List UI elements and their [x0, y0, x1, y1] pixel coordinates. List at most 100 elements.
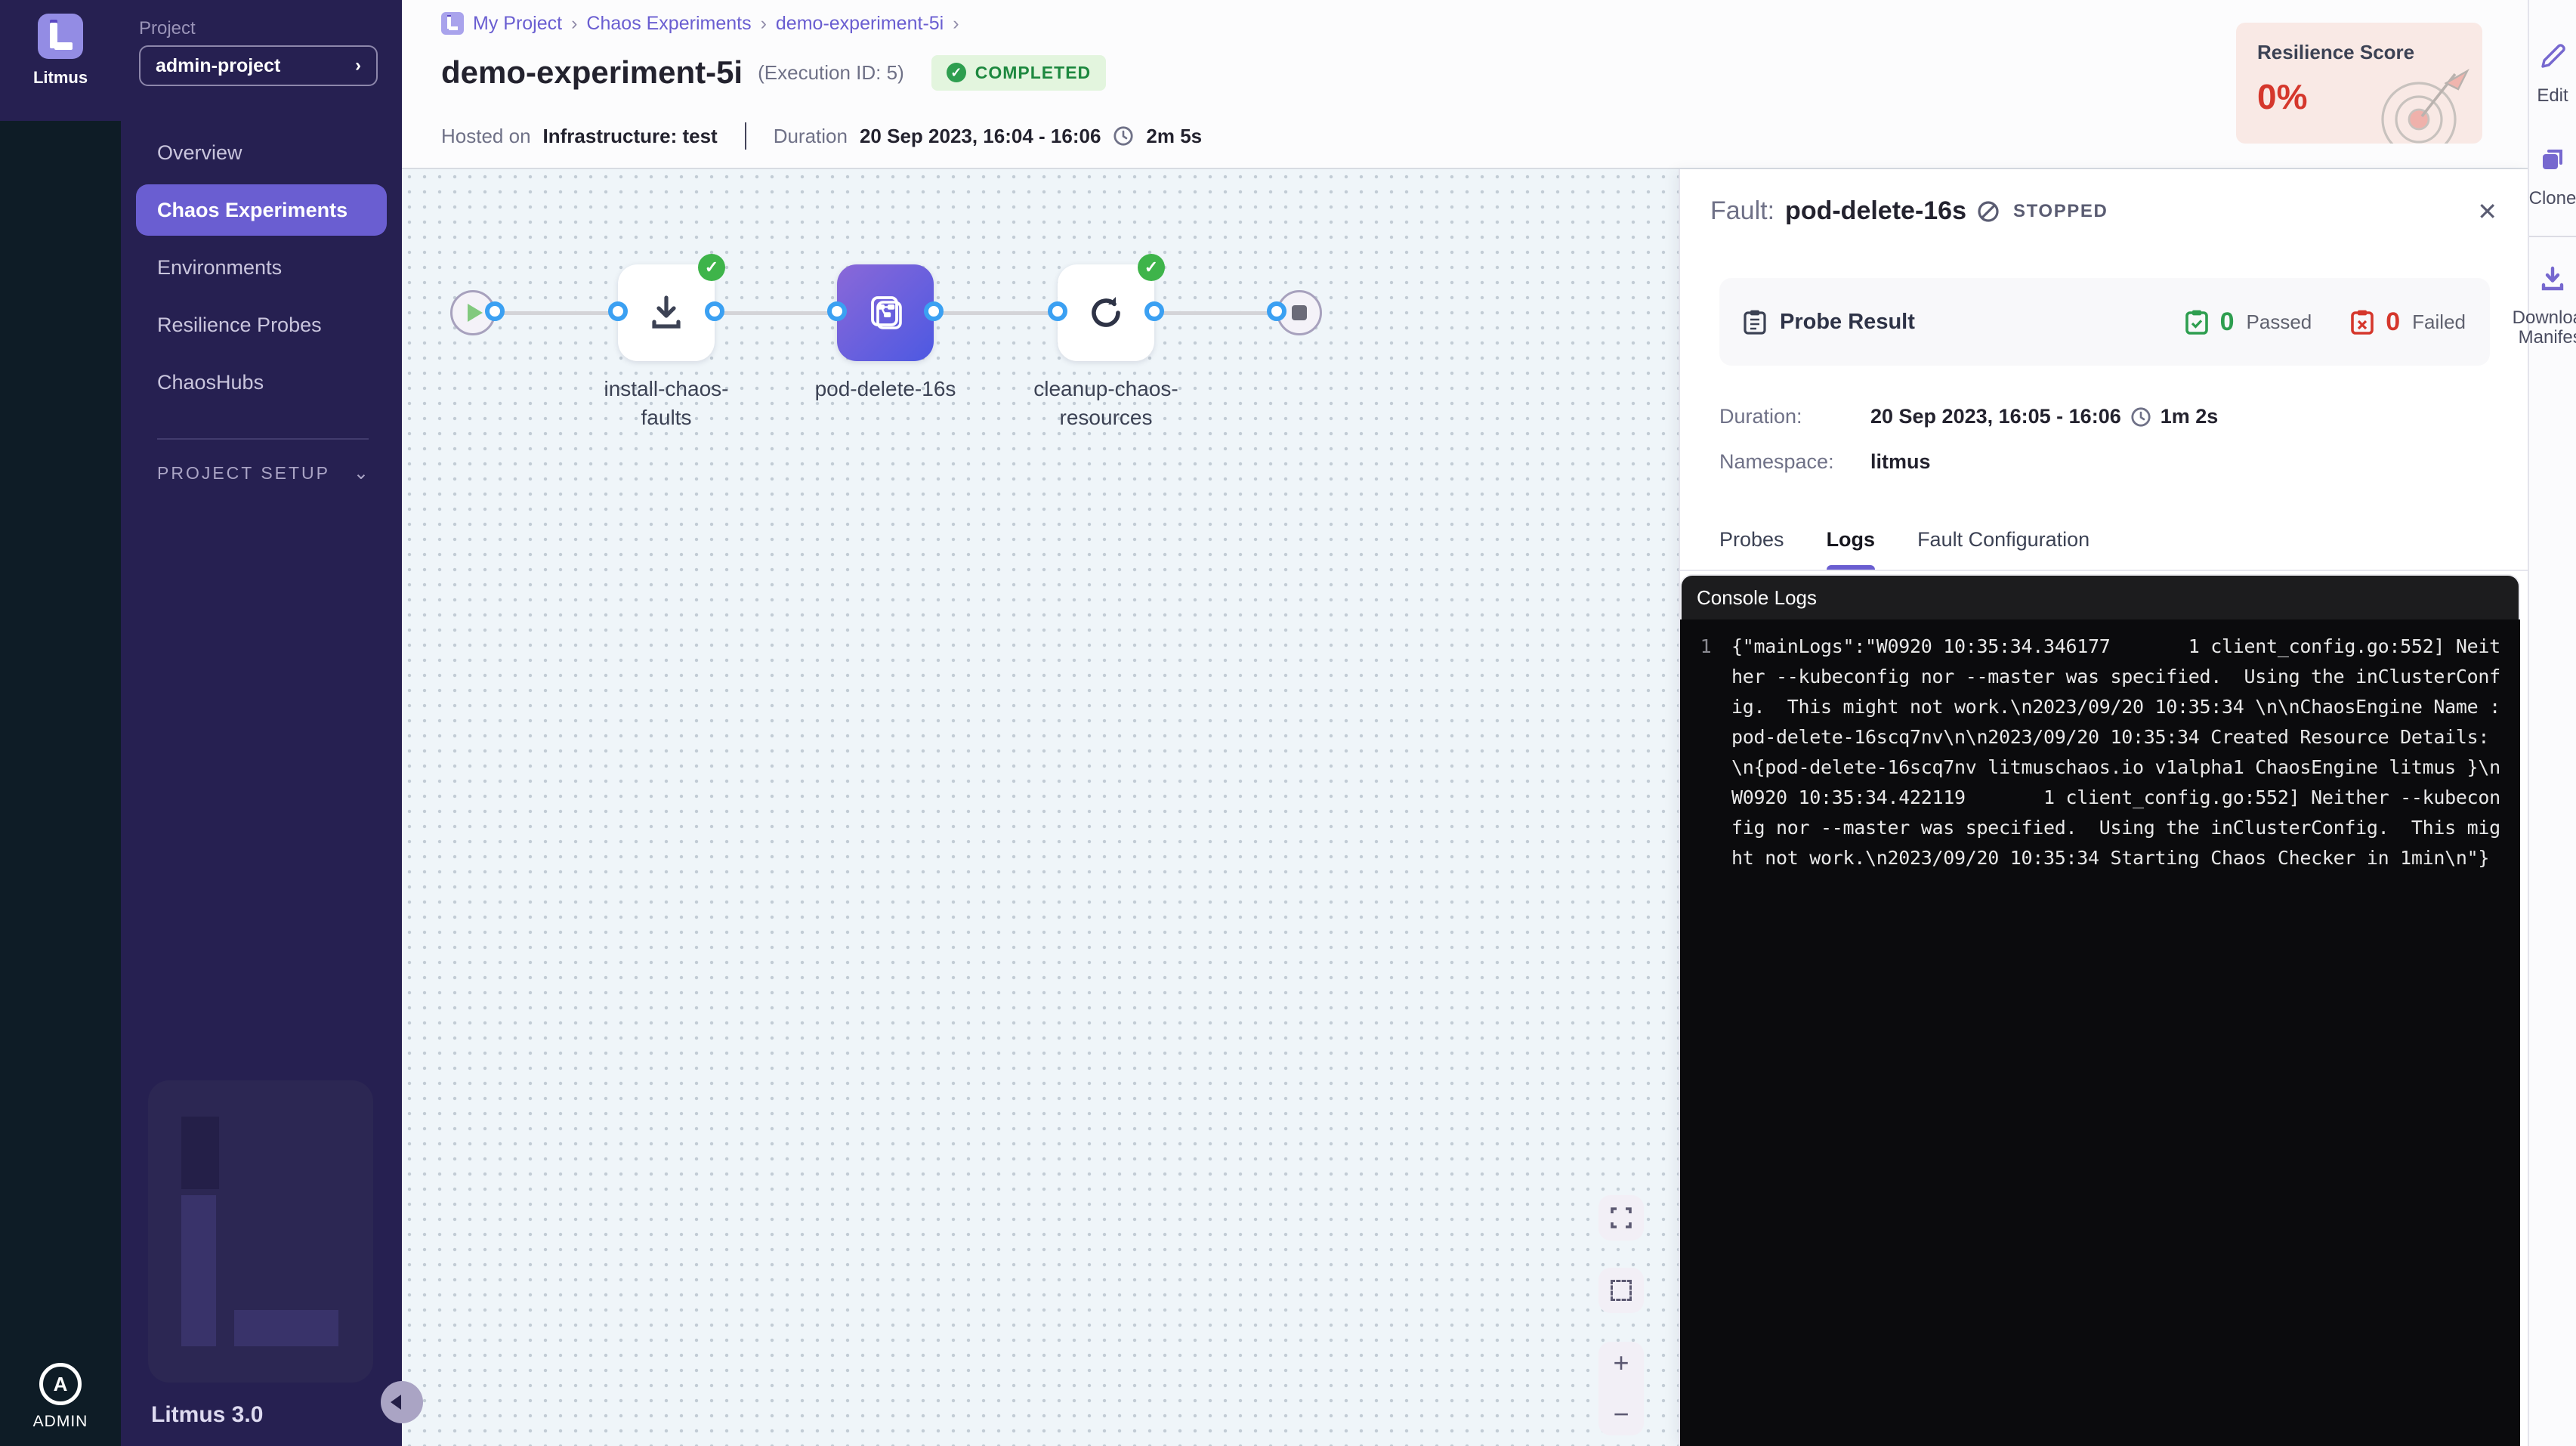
fault-tabs: Probes Logs Fault Configuration	[1680, 511, 2529, 571]
fit-to-screen-button[interactable]	[1598, 1195, 1644, 1241]
success-check-icon: ✓	[1138, 254, 1165, 281]
zoom-in-button[interactable]: +	[1613, 1351, 1629, 1375]
admin-menu[interactable]: A ADMIN	[0, 1363, 121, 1431]
port	[1144, 301, 1164, 321]
log-line: {"mainLogs":"W0920 10:35:34.346177 1 cli…	[1731, 632, 2500, 662]
duration-value: 20 Sep 2023, 16:04 - 16:06	[860, 125, 1101, 148]
breadcrumb: My Project › Chaos Experiments › demo-ex…	[441, 12, 959, 35]
chevron-right-icon: ›	[355, 55, 361, 76]
check-circle-icon: ✓	[947, 63, 966, 82]
download-manifest-button[interactable]: Download Manifest	[2529, 264, 2576, 348]
stopped-icon	[1977, 200, 2000, 223]
version-label: Litmus 3.0	[151, 1402, 263, 1428]
refresh-icon	[1083, 290, 1129, 335]
clone-button[interactable]: Clone	[2529, 145, 2576, 209]
fault-label: Fault:	[1710, 196, 1774, 226]
tab-logs[interactable]: Logs	[1827, 528, 1876, 570]
node-install-chaos-faults[interactable]	[618, 264, 715, 361]
divider	[745, 122, 746, 150]
tab-probes[interactable]: Probes	[1719, 528, 1784, 570]
line-number: 1	[1680, 632, 1731, 662]
console-logs-body[interactable]: 1{"mainLogs":"W0920 10:35:34.346177 1 cl…	[1680, 619, 2520, 1446]
passed-clipboard-icon	[2185, 309, 2208, 335]
fault-status: STOPPED	[2013, 201, 2108, 222]
litmus-logo-icon	[38, 14, 83, 59]
panel-duration-label: Duration:	[1719, 405, 1870, 428]
success-check-icon: ✓	[698, 254, 725, 281]
litmus-logo-label: Litmus	[33, 68, 88, 88]
project-select[interactable]: admin-project ›	[139, 45, 378, 86]
breadcrumb-chaos-experiments[interactable]: Chaos Experiments	[586, 13, 751, 35]
node-label-pod-delete-16s: pod-delete-16s	[772, 375, 999, 403]
sidebar-item-environments[interactable]: Environments	[136, 242, 387, 293]
fault-name: pod-delete-16s	[1785, 196, 1966, 226]
close-icon[interactable]: ✕	[2477, 197, 2497, 226]
duration-label: Duration	[774, 125, 848, 148]
breadcrumb-logo-icon	[441, 12, 464, 35]
edit-button[interactable]: Edit	[2529, 42, 2576, 106]
duration-time: 2m 5s	[1146, 125, 1202, 148]
node-pod-delete-16s[interactable]	[837, 264, 934, 361]
node-label-install-chaos-faults: install-chaos- faults	[553, 375, 780, 432]
project-name: admin-project	[156, 55, 280, 77]
sidebar-item-overview[interactable]: Overview	[136, 127, 387, 178]
tab-fault-configuration[interactable]: Fault Configuration	[1917, 528, 2090, 570]
litmus-watermark	[148, 1080, 373, 1383]
probe-result-title: Probe Result	[1780, 310, 1915, 335]
download-icon	[645, 292, 687, 334]
log-line: ig. This might not work.\n2023/09/20 10:…	[1731, 692, 2500, 722]
avatar[interactable]: A	[39, 1363, 82, 1405]
fullscreen-icon	[1611, 1207, 1632, 1228]
action-rail: Edit Clone Download Manifest	[2528, 0, 2576, 1446]
edit-label: Edit	[2537, 86, 2568, 106]
port	[608, 301, 628, 321]
sidebar-item-chaos-experiments[interactable]: Chaos Experiments	[136, 184, 387, 236]
download-manifest-label: Download Manifest	[2513, 308, 2576, 348]
node-cleanup-chaos-resources[interactable]	[1058, 264, 1154, 361]
resilience-score-card: Resilience Score 0%	[2236, 23, 2482, 144]
zoom-out-button[interactable]: −	[1613, 1402, 1629, 1426]
namespace-label: Namespace:	[1719, 450, 1870, 474]
panel-duration-time: 1m 2s	[2161, 405, 2219, 428]
execution-id: (Execution ID: 5)	[758, 61, 904, 85]
port	[827, 301, 847, 321]
clone-label: Clone	[2529, 189, 2576, 209]
log-line: her --kubeconfig nor --master was specif…	[1731, 662, 2500, 692]
clone-icon	[2538, 145, 2567, 174]
breadcrumb-my-project[interactable]: My Project	[473, 13, 562, 35]
collapse-arrow-icon	[391, 1395, 401, 1410]
icon-rail: Litmus A ADMIN	[0, 0, 121, 1446]
namespace-value: litmus	[1870, 450, 1931, 474]
play-icon	[468, 304, 483, 322]
project-setup-toggle[interactable]: PROJECT SETUP ⌄	[157, 462, 369, 484]
page-title: demo-experiment-5i	[441, 54, 743, 91]
sidebar-item-resilience-probes[interactable]: Resilience Probes	[136, 299, 387, 351]
sidebar-item-chaoshubs[interactable]: ChaosHubs	[136, 357, 387, 408]
clock-icon	[1113, 125, 1134, 147]
sidebar-divider	[157, 438, 369, 440]
infrastructure-value: Infrastructure: test	[543, 125, 718, 148]
log-line: \n{pod-delete-16scq7nv litmuschaos.io v1…	[1731, 752, 2500, 783]
canvas-controls: + −	[1598, 1195, 1644, 1435]
passed-label: Passed	[2247, 311, 2312, 334]
log-line: W0920 10:35:34.422119 1 client_config.go…	[1731, 783, 2500, 813]
failed-count: 0	[2386, 307, 2400, 337]
port	[485, 301, 505, 321]
sidebar-nav: Overview Chaos Experiments Environments …	[121, 121, 402, 414]
breadcrumb-experiment[interactable]: demo-experiment-5i	[776, 13, 944, 35]
log-line: fig nor --master was specified. Using th…	[1731, 813, 2500, 843]
sidebar-collapse-button[interactable]	[381, 1381, 423, 1423]
sidebar: Project admin-project › Overview Chaos E…	[121, 0, 402, 1446]
port	[1048, 301, 1067, 321]
selection-icon	[1611, 1280, 1632, 1301]
port	[1267, 301, 1286, 321]
zoom-control: + −	[1598, 1342, 1644, 1435]
log-line: ht not work.\n2023/09/20 10:35:34 Starti…	[1731, 843, 2489, 873]
rail-divider	[2529, 236, 2576, 237]
port	[705, 301, 724, 321]
breadcrumb-separator: ›	[953, 13, 959, 35]
litmus-logo-block[interactable]: Litmus	[0, 0, 121, 121]
marquee-select-button[interactable]	[1598, 1268, 1644, 1313]
admin-label: ADMIN	[33, 1413, 88, 1431]
console-logs-header: Console Logs	[1680, 574, 2520, 619]
